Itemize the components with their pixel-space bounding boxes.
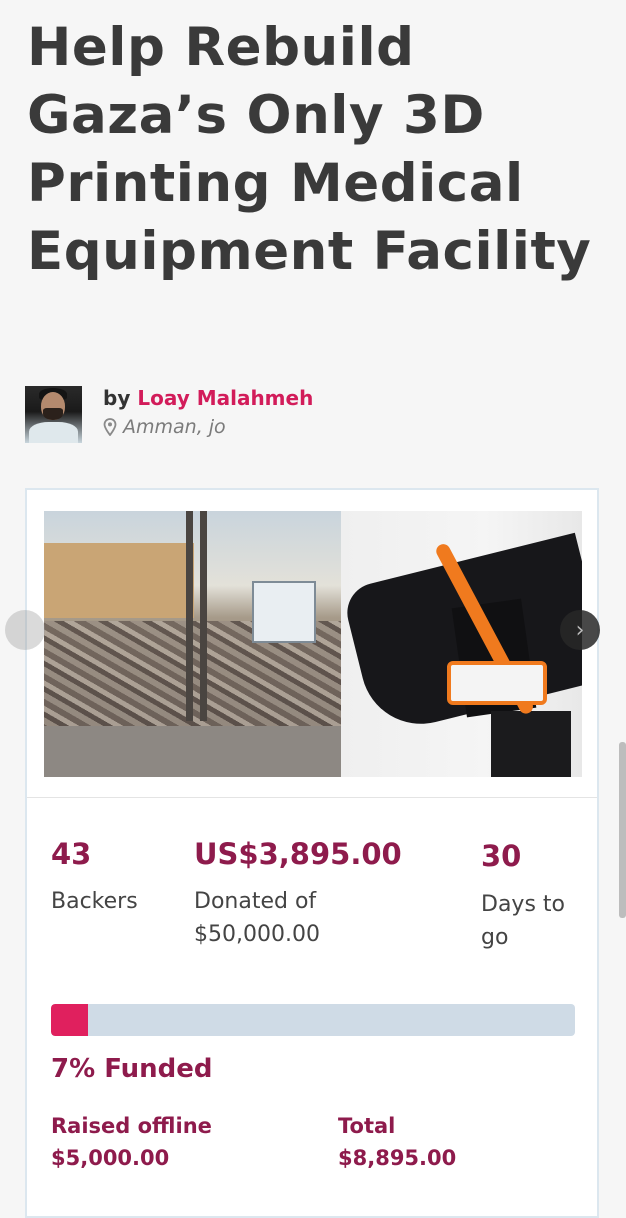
stat-backers: 43 Backers bbox=[51, 834, 138, 918]
divider bbox=[27, 797, 597, 798]
funding-progress-bar bbox=[51, 1004, 575, 1036]
raised-offline: Raised offline $5,000.00 bbox=[51, 1110, 212, 1174]
stat-donated: US$3,895.00 Donated of $50,000.00 bbox=[194, 834, 414, 951]
author-block: by Loay Malahmeh Amman, jo bbox=[25, 386, 313, 444]
raised-offline-label: Raised offline bbox=[51, 1114, 212, 1138]
chevron-left-icon: ‹ bbox=[21, 618, 30, 643]
backers-label: Backers bbox=[51, 889, 138, 914]
gallery-prev-button[interactable]: ‹ bbox=[5, 610, 45, 650]
backers-count: 43 bbox=[51, 837, 92, 871]
author-avatar[interactable] bbox=[25, 386, 82, 443]
days-count: 30 bbox=[481, 839, 522, 873]
funded-percent: 7% Funded bbox=[51, 1054, 213, 1084]
gallery-next-button[interactable]: › bbox=[560, 610, 600, 650]
donated-goal-label: Donated of $50,000.00 bbox=[194, 889, 320, 947]
stat-days: 30 Days to go bbox=[481, 834, 591, 954]
author-name-link[interactable]: Loay Malahmeh bbox=[137, 386, 313, 410]
chevron-right-icon: › bbox=[575, 617, 585, 643]
map-pin-icon bbox=[103, 418, 117, 436]
funding-progress-fill bbox=[51, 1004, 88, 1036]
author-location: Amman, jo bbox=[103, 416, 313, 438]
author-byline: by Loay Malahmeh bbox=[103, 386, 313, 410]
total-value: $8,895.00 bbox=[338, 1146, 457, 1170]
page-scrollbar[interactable] bbox=[619, 742, 626, 918]
author-info: by Loay Malahmeh Amman, jo bbox=[103, 386, 313, 438]
location-text: Amman, jo bbox=[123, 416, 226, 438]
total-label: Total bbox=[338, 1114, 396, 1138]
raised-offline-value: $5,000.00 bbox=[51, 1146, 170, 1170]
by-label: by bbox=[103, 386, 131, 410]
page-title: Help Rebuild Gaza’s Only 3D Printing Med… bbox=[27, 17, 592, 282]
image-gallery[interactable] bbox=[44, 511, 582, 777]
donated-amount: US$3,895.00 bbox=[194, 837, 402, 871]
gallery-photo-tourniquet bbox=[341, 511, 582, 777]
gallery-photo-rubble bbox=[44, 511, 341, 777]
days-label: Days to go bbox=[481, 892, 565, 950]
total-raised: Total $8,895.00 bbox=[338, 1110, 456, 1174]
campaign-card: ‹ › 43 Backers US$3,895.00 Donated of $5… bbox=[5, 488, 600, 1218]
